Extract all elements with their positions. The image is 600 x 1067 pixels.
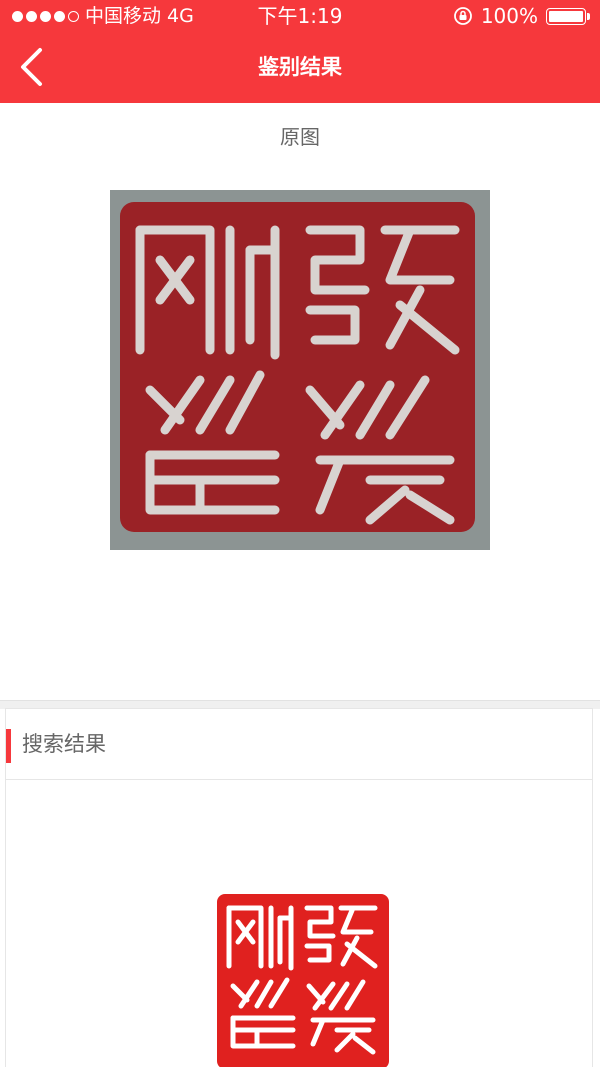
battery-icon — [546, 7, 590, 25]
battery-fill — [549, 10, 583, 22]
nav-bar: 鉴别结果 — [0, 32, 600, 103]
result-seal-image[interactable] — [217, 894, 389, 1067]
original-section: 原图 — [0, 103, 600, 700]
status-bar: 中国移动 4G 下午1:19 100% — [0, 0, 600, 32]
screen: 中国移动 4G 下午1:19 100% 鉴别结果 原图 搜索结果 — [0, 0, 600, 1067]
search-result-card: 搜索结果 — [5, 708, 593, 1067]
page-title: 鉴别结果 — [258, 55, 342, 79]
search-result-title: 搜索结果 — [22, 732, 106, 756]
original-seal-image[interactable] — [110, 190, 490, 550]
battery-percent: 100% — [480, 4, 538, 28]
orientation-lock-icon — [453, 7, 472, 25]
original-label: 原图 — [280, 125, 320, 149]
section-accent-bar — [6, 729, 11, 763]
status-right: 100% — [453, 0, 590, 32]
app-header: 中国移动 4G 下午1:19 100% 鉴别结果 — [0, 0, 600, 103]
result-seal-picture — [217, 894, 389, 1067]
search-result-header: 搜索结果 — [6, 709, 592, 780]
original-seal-picture — [110, 190, 490, 550]
